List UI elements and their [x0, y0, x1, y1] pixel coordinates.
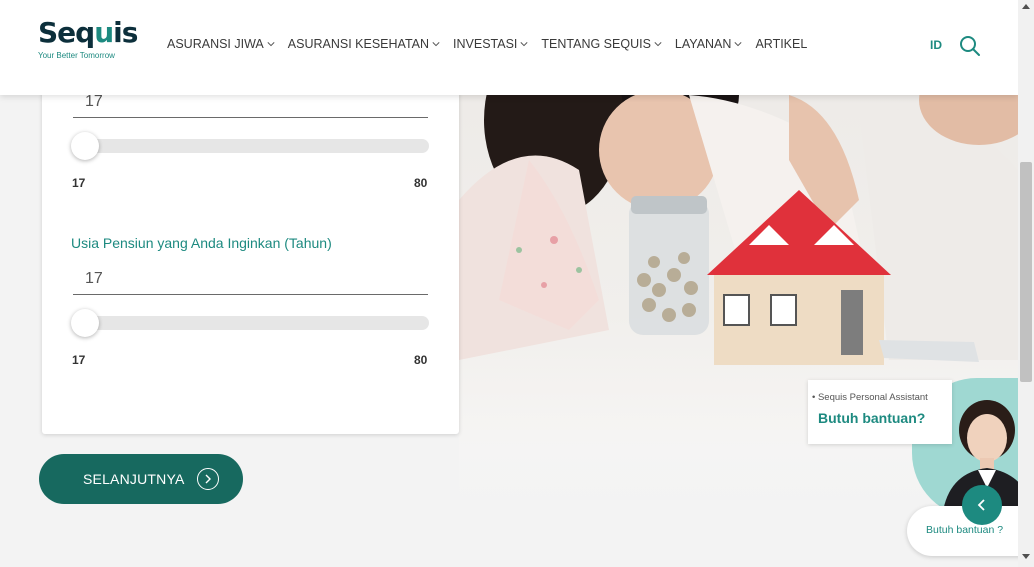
chevron-left-icon — [977, 499, 985, 511]
assistant-heading: Butuh bantuan? — [818, 410, 926, 426]
retirement-age-slider[interactable] — [71, 309, 429, 337]
slider-min-label: 17 — [72, 353, 86, 367]
chevron-down-icon — [432, 42, 440, 47]
slider-max-label: 80 — [414, 176, 428, 190]
calculator-form-card: 17 17 80 Usia Pensiun yang Anda Inginkan… — [42, 40, 459, 434]
nav-artikel[interactable]: ARTIKEL — [755, 37, 807, 51]
site-header: Sequis Your Better Tomorrow ASURANSI JIW… — [0, 0, 1018, 95]
nav-label: TENTANG SEQUIS — [541, 37, 651, 51]
chevron-down-icon — [654, 42, 662, 47]
scroll-up-arrow-icon[interactable] — [1022, 4, 1030, 9]
main-nav: ASURANSI JIWA ASURANSI KESEHATAN INVESTA… — [167, 37, 820, 51]
nav-label: ASURANSI JIWA — [167, 37, 264, 51]
nav-label: INVESTASI — [453, 37, 518, 51]
current-age-slider[interactable] — [71, 132, 429, 160]
nav-label: LAYANAN — [674, 37, 732, 51]
page-scrollbar[interactable] — [1018, 0, 1034, 567]
retirement-age-label: Usia Pensiun yang Anda Inginkan (Tahun) — [71, 235, 332, 251]
assistant-card[interactable]: • Sequis Personal Assistant Butuh bantua… — [808, 380, 952, 444]
nav-asuransi-kesehatan[interactable]: ASURANSI KESEHATAN — [288, 37, 440, 51]
sequis-logo[interactable]: Sequis Your Better Tomorrow — [38, 16, 138, 60]
nav-label: ARTIKEL — [755, 37, 808, 51]
nav-label: ASURANSI KESEHATAN — [287, 37, 430, 51]
nav-investasi[interactable]: INVESTASI — [453, 37, 528, 51]
assistant-toggle-button[interactable] — [962, 485, 1002, 525]
chevron-down-icon — [734, 42, 742, 47]
logo-wordmark: Sequis — [38, 16, 138, 49]
slider-min-label: 17 — [72, 176, 86, 190]
search-icon — [960, 36, 980, 56]
slider-handle[interactable] — [71, 309, 99, 337]
nav-asuransi-jiwa[interactable]: ASURANSI JIWA — [167, 37, 275, 51]
current-age-input[interactable]: 17 — [73, 93, 428, 118]
slider-handle[interactable] — [71, 132, 99, 160]
chevron-down-icon — [520, 42, 528, 47]
nav-layanan[interactable]: LAYANAN — [675, 37, 743, 51]
scrollbar-thumb[interactable] — [1020, 162, 1032, 382]
retirement-age-input[interactable]: 17 — [73, 270, 428, 295]
language-switch[interactable]: ID — [930, 38, 942, 52]
logo-tagline: Your Better Tomorrow — [38, 51, 115, 60]
scroll-down-arrow-icon[interactable] — [1022, 554, 1030, 559]
help-chat-label: Butuh bantuan ? — [926, 524, 1004, 536]
slider-max-label: 80 — [414, 353, 428, 367]
nav-tentang-sequis[interactable]: TENTANG SEQUIS — [541, 37, 662, 51]
chevron-down-icon — [267, 42, 275, 47]
next-button[interactable]: SELANJUTNYA — [39, 454, 243, 504]
next-button-label: SELANJUTNYA — [83, 471, 185, 487]
assistant-title: • Sequis Personal Assistant — [812, 392, 928, 403]
search-button[interactable] — [959, 35, 981, 62]
chevron-right-circle-icon — [197, 468, 219, 490]
